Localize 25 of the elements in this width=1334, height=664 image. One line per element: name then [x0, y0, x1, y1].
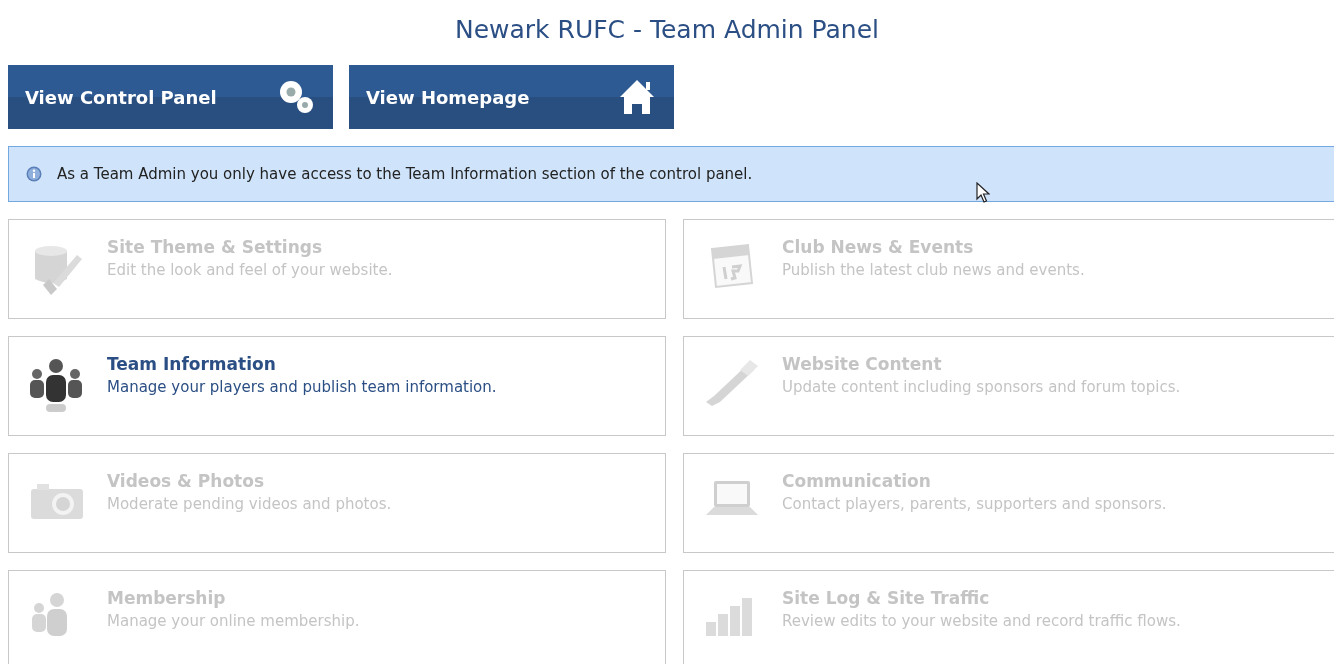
info-message: As a Team Admin you only have access to the Team Information section of the control panel.	[57, 165, 753, 183]
section-description: Update content including sponsors and forum topics.	[782, 378, 1181, 396]
section-description: Review edits to your website and record traffic flows.	[782, 612, 1181, 630]
nav-button[interactable]: View Control Panel	[8, 65, 333, 129]
page-title: Newark RUFC - Team Admin Panel	[453, 14, 881, 46]
section-description: Moderate pending videos and photos.	[107, 495, 392, 513]
nav-button[interactable]: View Homepage	[349, 65, 674, 129]
section-card[interactable]: Team Information Manage your players and publish team information.	[8, 336, 666, 436]
section-description: Edit the look and feel of your website.	[107, 261, 393, 279]
section-description: Manage your players and publish team information.	[107, 378, 497, 396]
section-description: Publish the latest club news and events.	[782, 261, 1085, 279]
section-title: Videos & Photos	[107, 471, 265, 491]
section-title: Site Log & Site Traffic	[782, 588, 991, 608]
section-title: Club News & Events	[782, 237, 975, 257]
section-description: Manage your online membership.	[107, 612, 360, 630]
section-description: Contact players, parents, supporters and sponsors.	[782, 495, 1167, 513]
section-title: Team Information	[107, 354, 277, 374]
cursor-icon	[976, 182, 990, 204]
info-icon	[26, 166, 42, 182]
section-title: Website Content	[782, 354, 943, 374]
house-icon	[618, 78, 656, 116]
section-title: Site Theme & Settings	[107, 237, 324, 257]
section-title: Communication	[782, 471, 932, 491]
gears-icon	[277, 79, 315, 115]
section-title: Membership	[107, 588, 227, 608]
